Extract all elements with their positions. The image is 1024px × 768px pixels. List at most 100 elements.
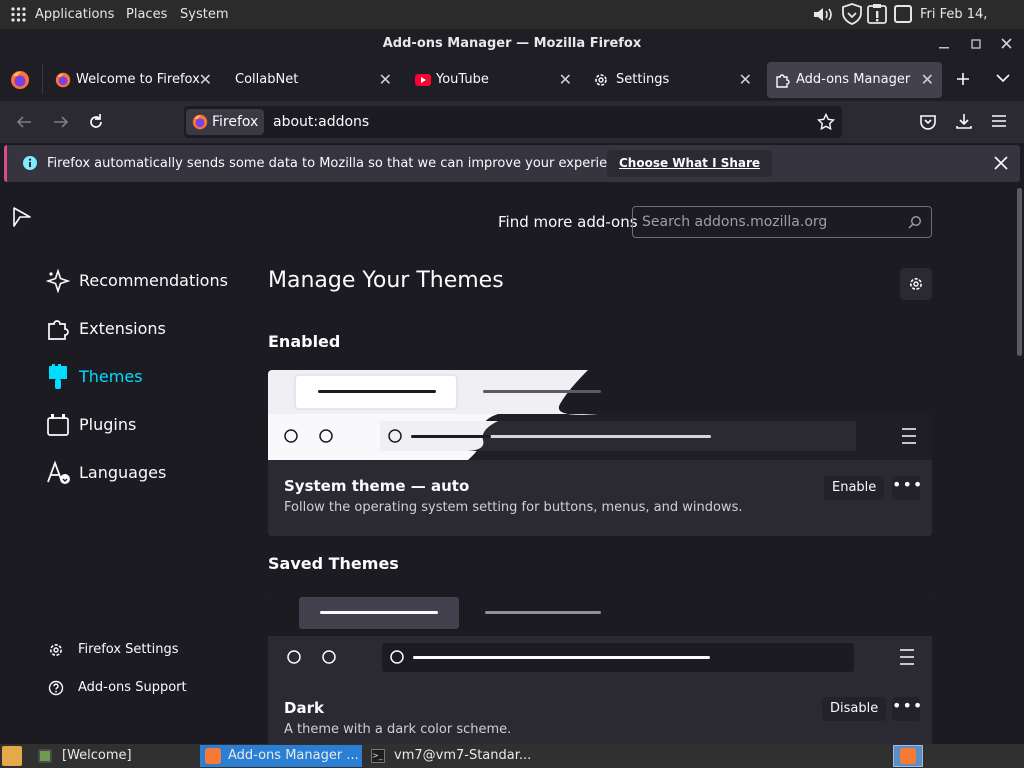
scrollbar-thumb[interactable] [1017,188,1022,356]
disable-button[interactable]: Disable [822,697,887,721]
saved-themes-heading: Saved Themes [268,554,399,573]
list-all-tabs-icon[interactable] [995,72,1011,84]
window-title: Add-ons Manager — Mozilla Firefox [382,36,642,51]
tab-label: CollabNet [235,72,299,87]
forward-arrow-icon[interactable] [52,114,70,130]
gear-icon [593,72,609,88]
firefox-icon [55,72,71,88]
clock[interactable]: Fri Feb 14, 03:09 [920,0,1024,51]
sidebar-collapse-icon[interactable] [11,206,33,228]
apps-grid-icon[interactable] [11,7,26,22]
more-options-icon[interactable]: ••• [892,697,922,721]
downloads-icon[interactable] [955,112,973,130]
category-languages[interactable]: Languages [46,458,236,488]
theme-name: Dark [284,699,324,717]
addons-search-input[interactable]: Search addons.mozilla.org [632,206,932,238]
back-arrow-icon[interactable] [15,114,33,130]
close-notification-icon[interactable] [993,155,1009,171]
system-menu[interactable]: System [180,0,228,29]
reload-icon[interactable] [87,113,105,131]
identity-label: Firefox [212,114,259,130]
tab-label: Settings [616,72,670,87]
notification-message: Firefox automatically sends some data to… [47,156,635,171]
applications-menu[interactable]: Applications [35,0,114,29]
category-recommendations[interactable]: Recommendations [46,266,236,296]
navigation-bar: Firefox about:addons [0,101,1024,143]
sparkle-icon [46,269,70,293]
window-icon[interactable] [893,4,913,24]
tab-addons-manager[interactable]: Add-ons Manager ✕ [767,62,942,98]
bottom-taskbar: [Welcome] Add-ons Manager ... >_ vm7@vm7… [0,744,1024,768]
info-icon [22,155,38,171]
category-label: Recommendations [79,271,228,290]
category-themes[interactable]: Themes [46,362,236,392]
brush-icon [48,364,68,390]
shield-update-icon[interactable] [840,3,864,25]
tab-collabnet[interactable]: CollabNet ✕ [228,62,400,98]
minimize-icon[interactable] [938,38,950,50]
enable-button[interactable]: Enable [824,476,885,500]
category-plugins[interactable]: Plugins [46,410,236,440]
firefox-icon [900,748,916,764]
window-titlebar: Add-ons Manager — Mozilla Firefox [0,29,1024,58]
tab-youtube[interactable]: YouTube ✕ [408,62,580,98]
close-tab-icon[interactable]: ✕ [199,62,212,98]
close-tab-icon[interactable]: ✕ [379,62,392,98]
workspace-switcher[interactable] [893,745,923,767]
category-label: Extensions [79,319,166,338]
close-window-icon[interactable] [1000,37,1013,50]
pocket-icon[interactable] [919,113,937,131]
theme-preview [268,370,932,460]
taskbar-label: Add-ons Manager ... [228,748,359,763]
youtube-icon [415,74,431,86]
category-label: Plugins [79,415,137,434]
volume-icon[interactable] [812,5,834,24]
close-tab-icon[interactable]: ✕ [559,62,572,98]
app-menu-icon[interactable] [991,114,1007,128]
close-tab-icon[interactable]: ✕ [739,62,752,98]
tab-separator [42,64,43,94]
theme-description: A theme with a dark color scheme. [284,722,512,737]
plugin-icon [47,413,69,437]
puzzle-icon [775,72,791,88]
places-menu[interactable]: Places [126,0,167,29]
gear-icon [908,276,924,292]
theme-card-system-auto[interactable]: System theme — auto Follow the operating… [268,370,932,536]
tab-welcome[interactable]: Welcome to Firefox ✕ [50,62,220,98]
tab-label: Welcome to Firefox [76,72,200,87]
taskbar-item-addons-manager[interactable]: Add-ons Manager ... [200,745,362,767]
addons-page: Recommendations Extensions Themes Plugin… [0,184,1024,744]
tools-button[interactable] [900,268,932,300]
window-icon [38,749,52,763]
more-options-icon[interactable]: ••• [892,476,922,500]
data-notification-bar: Firefox automatically sends some data to… [4,145,1020,182]
choose-what-i-share-button[interactable]: Choose What I Share [607,150,773,177]
category-extensions[interactable]: Extensions [46,314,236,344]
theme-description: Follow the operating system setting for … [284,500,743,515]
theme-card-dark[interactable]: Dark A theme with a dark color scheme. D… [268,592,932,744]
taskbar-item-terminal[interactable]: >_ vm7@vm7-Standar... [366,745,532,767]
gear-icon [48,642,64,658]
puzzle-icon [46,317,70,341]
url-bar[interactable]: Firefox about:addons [184,106,842,138]
taskbar-item-welcome[interactable]: [Welcome] [30,745,196,767]
taskbar-label: [Welcome] [62,748,132,763]
alert-icon[interactable] [866,3,888,25]
tab-label: Add-ons Manager [796,72,911,87]
enabled-heading: Enabled [268,332,341,351]
top-panel: Applications Places System Fri Feb 14, 0… [0,0,1024,51]
firefox-view-icon[interactable] [10,70,30,90]
show-desktop-icon[interactable] [2,746,22,766]
url-text[interactable]: about:addons [273,106,369,138]
tab-label: YouTube [436,72,489,87]
close-tab-icon[interactable]: ✕ [921,62,934,98]
maximize-icon[interactable] [970,38,982,50]
bookmark-star-icon[interactable] [817,113,835,131]
addons-support-link[interactable]: Add-ons Support [46,676,236,700]
taskbar-label: vm7@vm7-Standar... [394,748,532,763]
language-icon [46,460,72,486]
identity-box[interactable]: Firefox [186,109,264,135]
firefox-settings-link[interactable]: Firefox Settings [46,638,236,662]
tab-settings[interactable]: Settings ✕ [588,62,760,98]
new-tab-icon[interactable] [955,71,971,87]
